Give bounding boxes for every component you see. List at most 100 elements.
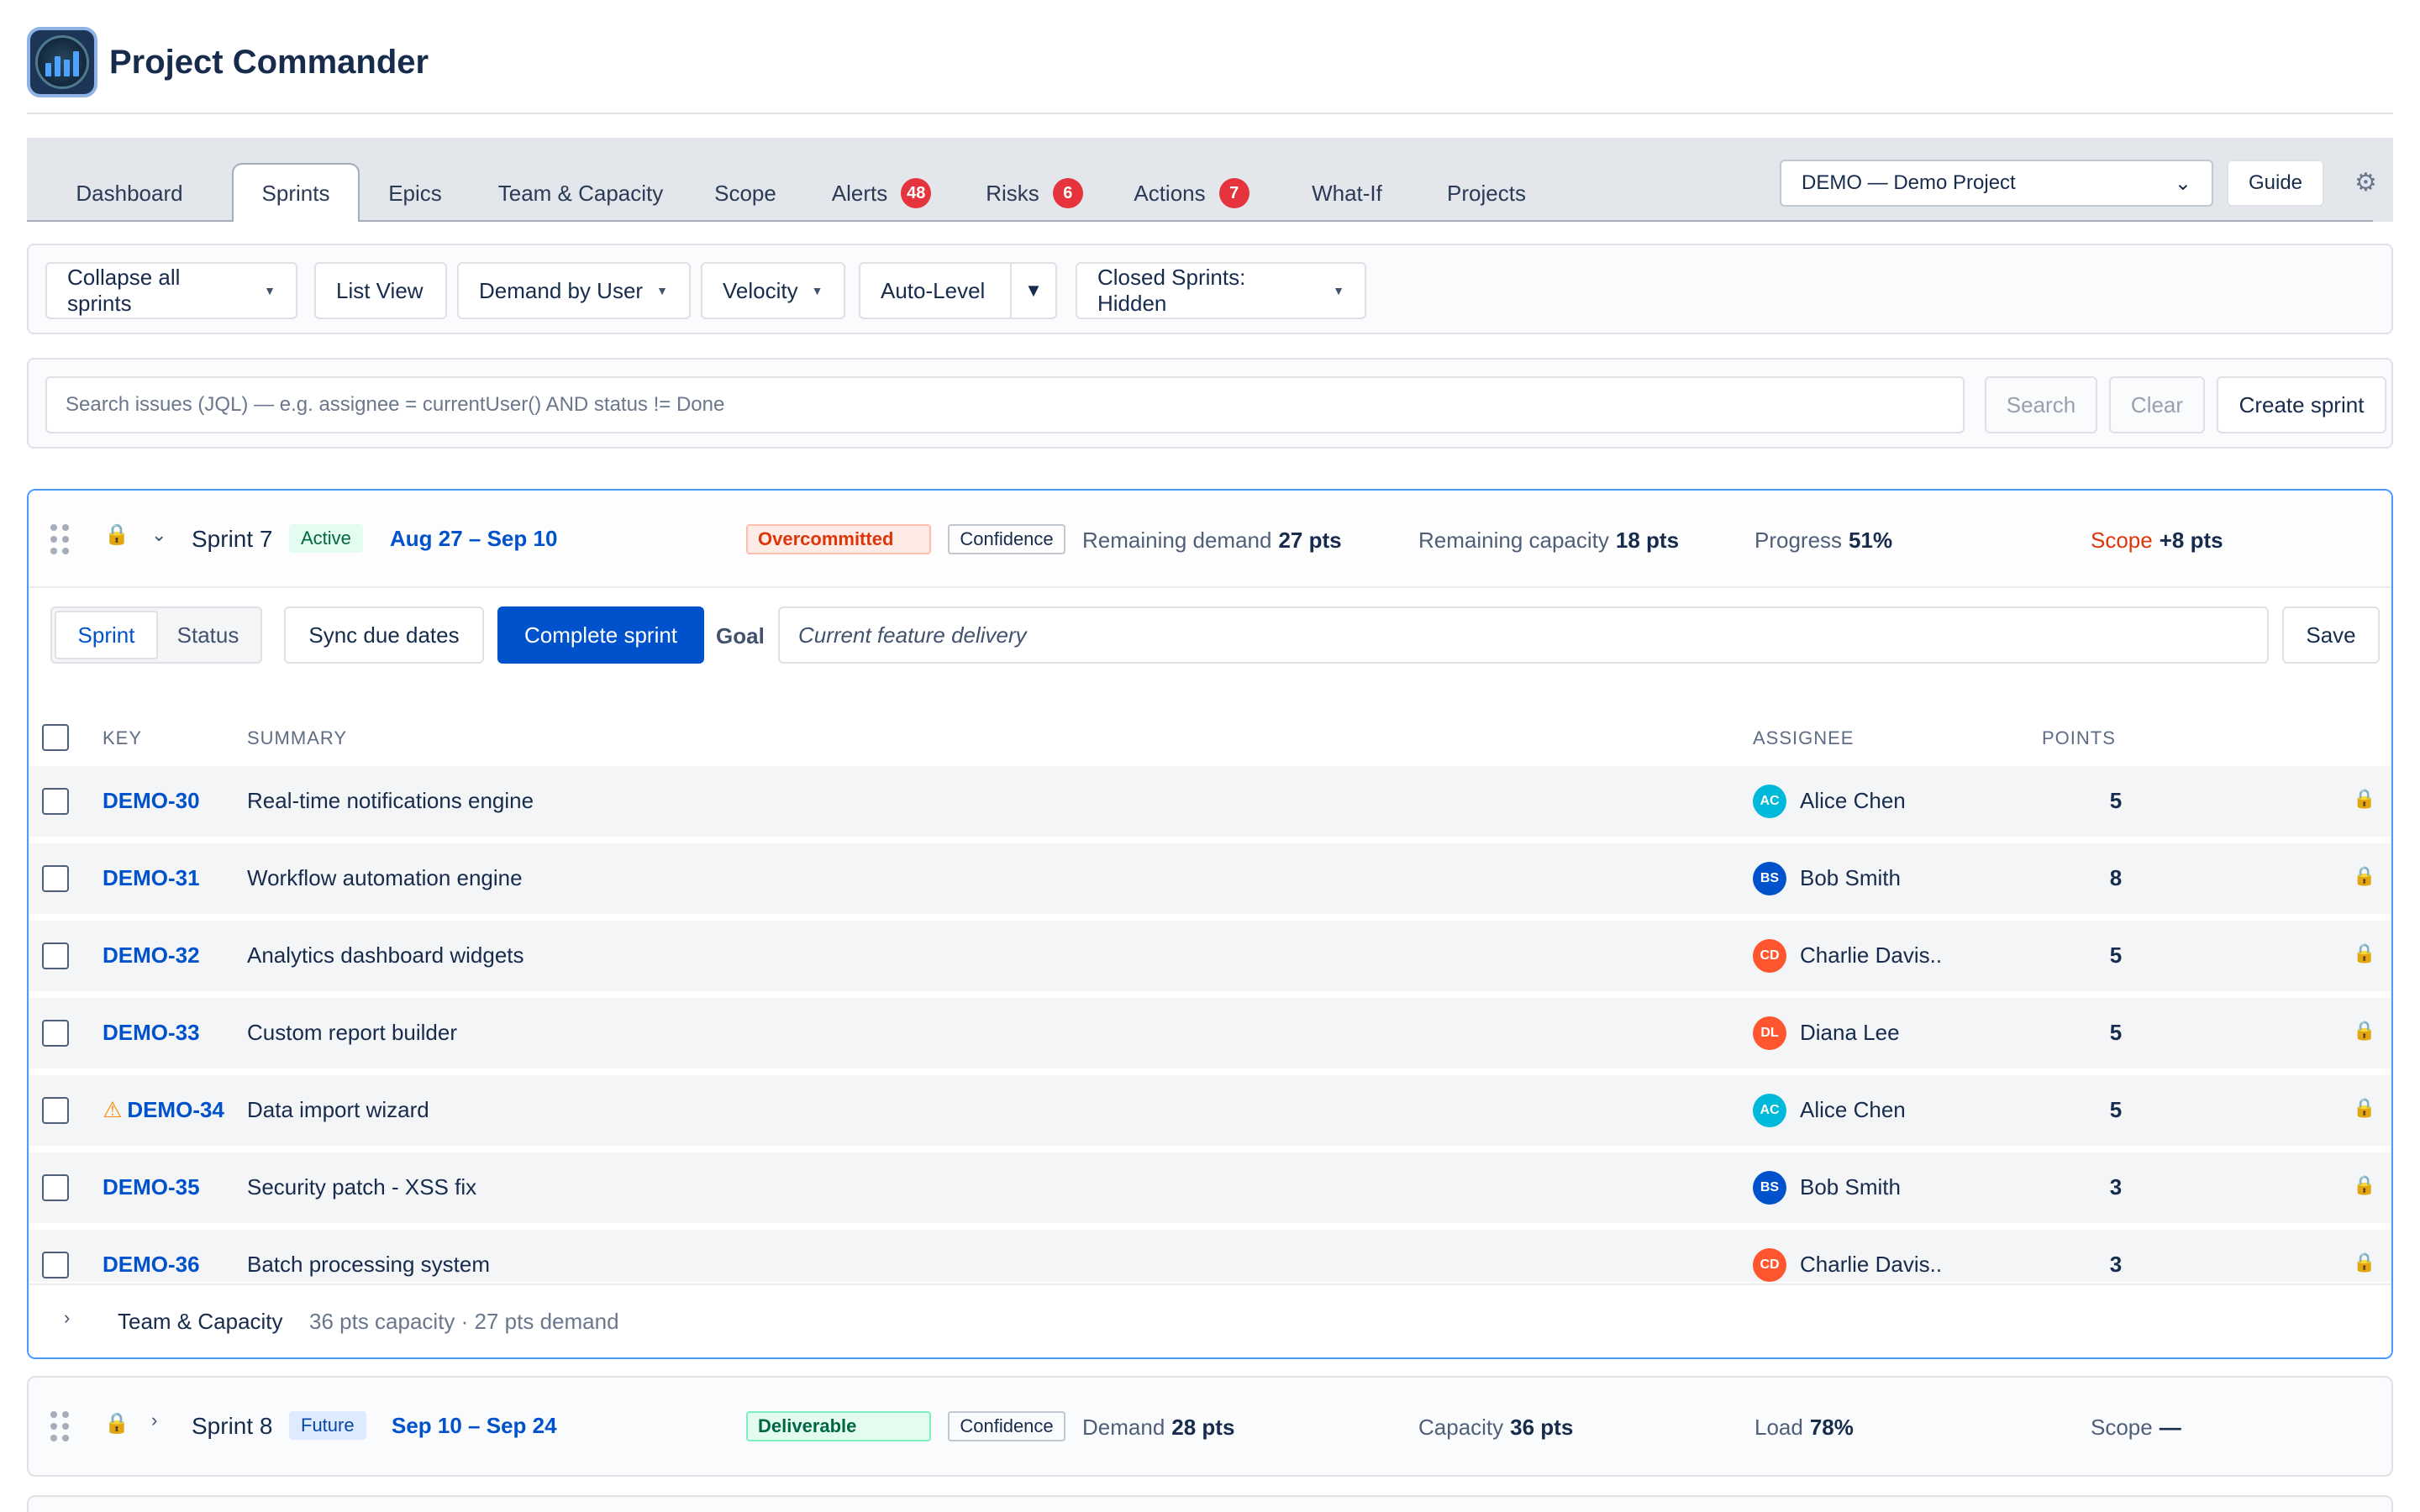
jql-search-bar: Search Clear Create sprint bbox=[27, 358, 2393, 449]
complete-sprint-button[interactable]: Complete sprint bbox=[497, 606, 704, 664]
issue-key-link[interactable]: DEMO-35 bbox=[103, 1174, 200, 1200]
sprint-status-tag: Deliverable bbox=[746, 1411, 931, 1441]
create-sprint-button[interactable]: Create sprint bbox=[2217, 376, 2386, 433]
row-checkbox[interactable] bbox=[42, 788, 69, 815]
table-row[interactable]: DEMO-32 Analytics dashboard widgets CD C… bbox=[29, 921, 2391, 991]
project-select-value: DEMO — Demo Project bbox=[1802, 171, 2016, 194]
guide-button[interactable]: Guide bbox=[2227, 160, 2324, 207]
row-checkbox[interactable] bbox=[42, 1097, 69, 1124]
sprint-dates: Sep 10 – Sep 24 bbox=[392, 1413, 557, 1438]
sprint-toolbar: Collapse all sprints ▼ List View Demand b… bbox=[27, 244, 2393, 334]
confidence-button[interactable]: Confidence bbox=[948, 524, 1065, 554]
avatar: DL bbox=[1753, 1016, 1786, 1050]
tab-label: Projects bbox=[1447, 180, 1526, 206]
sprint-card-next bbox=[27, 1495, 2393, 1512]
tab-what-if[interactable]: What-If bbox=[1277, 165, 1417, 222]
clear-button[interactable]: Clear bbox=[2109, 376, 2205, 433]
sync-due-dates-button[interactable]: Sync due dates bbox=[284, 606, 484, 664]
story-points: 5 bbox=[2109, 788, 2123, 813]
jql-search-input[interactable] bbox=[45, 376, 1965, 433]
lock-icon[interactable]: 🔒 bbox=[2353, 1252, 2375, 1273]
auto-level-dropdown-icon[interactable]: ▼ bbox=[1010, 262, 1057, 319]
team-capacity-expander[interactable]: › Team & Capacity 36 pts capacity · 27 p… bbox=[29, 1284, 2391, 1357]
chevron-down-icon[interactable]: ⌄ bbox=[151, 524, 166, 546]
metric-value: 78% bbox=[1809, 1415, 1854, 1440]
metric-label: Capacity bbox=[1418, 1415, 1504, 1440]
tab-label: Dashboard bbox=[76, 180, 183, 206]
issue-key-link[interactable]: DEMO-32 bbox=[103, 942, 200, 969]
remaining-capacity-metric: Remaining capacity 18 pts bbox=[1418, 528, 1679, 554]
chevron-right-icon[interactable]: › bbox=[64, 1307, 70, 1329]
row-checkbox[interactable] bbox=[42, 1020, 69, 1047]
table-row[interactable]: DEMO-30 Real-time notifications engine A… bbox=[29, 766, 2391, 837]
issue-summary: Workflow automation engine bbox=[247, 865, 523, 890]
metric-value: — bbox=[2159, 1415, 2181, 1440]
tab-scope[interactable]: Scope bbox=[691, 165, 800, 222]
table-row[interactable]: ⚠ DEMO-34 Data import wizard AC Alice Che… bbox=[29, 1075, 2391, 1146]
tab-dashboard[interactable]: Dashboard bbox=[27, 165, 232, 222]
metric-value: 27 pts bbox=[1278, 528, 1342, 553]
tab-risks[interactable]: Risks 6 bbox=[963, 165, 1106, 222]
confidence-button[interactable]: Confidence bbox=[948, 1411, 1065, 1441]
lock-icon[interactable]: 🔒 bbox=[104, 1411, 129, 1436]
tab-team-capacity[interactable]: Team & Capacity bbox=[471, 165, 691, 222]
closed-sprints-toggle[interactable]: Closed Sprints: Hidden ▼ bbox=[1076, 262, 1366, 319]
row-checkbox[interactable] bbox=[42, 1252, 69, 1278]
view-toggle-sprint[interactable]: Sprint bbox=[55, 611, 158, 659]
lock-icon[interactable]: 🔒 bbox=[2353, 1097, 2375, 1119]
assignee-name: Charlie Davis.. bbox=[1800, 1252, 1943, 1277]
column-assignee: ASSIGNEE bbox=[1753, 727, 1854, 748]
button-label: Closed Sprints: Hidden bbox=[1097, 265, 1246, 316]
metric-label: Scope bbox=[2091, 1415, 2153, 1440]
collapse-all-sprints-button[interactable]: Collapse all sprints ▼ bbox=[45, 262, 297, 319]
story-points: 5 bbox=[2109, 942, 2123, 968]
scope-metric: Scope +8 pts bbox=[2091, 528, 2223, 554]
tab-actions[interactable]: Actions 7 bbox=[1106, 165, 1277, 222]
auto-level-button[interactable]: Auto-Level bbox=[859, 262, 1012, 319]
issue-key-link[interactable]: ⚠ DEMO-34 bbox=[103, 1097, 224, 1123]
row-checkbox[interactable] bbox=[42, 865, 69, 892]
issue-key-text: DEMO-34 bbox=[127, 1097, 224, 1122]
lock-icon[interactable]: 🔒 bbox=[2353, 942, 2375, 964]
tab-projects[interactable]: Projects bbox=[1417, 165, 1556, 222]
save-goal-button[interactable]: Save bbox=[2282, 606, 2380, 664]
tab-alerts[interactable]: Alerts 48 bbox=[800, 165, 963, 222]
velocity-button[interactable]: Velocity ▼ bbox=[701, 262, 845, 319]
select-all-checkbox[interactable] bbox=[42, 724, 69, 751]
chevron-right-icon[interactable]: › bbox=[151, 1410, 157, 1431]
lock-icon[interactable]: 🔒 bbox=[2353, 1174, 2375, 1196]
tab-epics[interactable]: Epics bbox=[360, 165, 471, 222]
warning-icon: ⚠ bbox=[103, 1097, 123, 1122]
issue-summary: Analytics dashboard widgets bbox=[247, 942, 524, 968]
issue-key-link[interactable]: DEMO-30 bbox=[103, 788, 200, 814]
lock-icon[interactable]: 🔒 bbox=[2353, 788, 2375, 810]
project-select[interactable]: DEMO — Demo Project ⌄ bbox=[1780, 160, 2213, 207]
metric-label: Progress bbox=[1754, 528, 1843, 553]
drag-handle-icon[interactable] bbox=[50, 1411, 71, 1443]
sprint-goal-input[interactable] bbox=[778, 606, 2269, 664]
issue-key-link[interactable]: DEMO-33 bbox=[103, 1020, 200, 1046]
table-row[interactable]: DEMO-31 Workflow automation engine BS Bo… bbox=[29, 843, 2391, 914]
row-checkbox[interactable] bbox=[42, 1174, 69, 1201]
table-row[interactable]: DEMO-35 Security patch - XSS fix BS Bob … bbox=[29, 1152, 2391, 1223]
button-label: List View bbox=[336, 277, 424, 303]
assignee-name: Bob Smith bbox=[1800, 1174, 1901, 1200]
team-capacity-label: Team & Capacity bbox=[118, 1309, 283, 1334]
story-points: 3 bbox=[2109, 1252, 2123, 1277]
demand-by-user-button[interactable]: Demand by User ▼ bbox=[457, 262, 691, 319]
drag-handle-icon[interactable] bbox=[50, 524, 71, 556]
search-button[interactable]: Search bbox=[1985, 376, 2097, 433]
list-view-button[interactable]: List View bbox=[314, 262, 447, 319]
lock-icon[interactable]: 🔒 bbox=[2353, 865, 2375, 887]
gear-icon[interactable]: ⚙ bbox=[2354, 168, 2377, 197]
view-toggle-status[interactable]: Status bbox=[158, 611, 258, 659]
row-checkbox[interactable] bbox=[42, 942, 69, 969]
lock-icon[interactable]: 🔒 bbox=[2353, 1020, 2375, 1042]
issue-key-link[interactable]: DEMO-31 bbox=[103, 865, 200, 891]
lock-icon[interactable]: 🔒 bbox=[104, 522, 129, 547]
tab-sprints[interactable]: Sprints bbox=[232, 163, 360, 222]
table-row[interactable]: DEMO-33 Custom report builder DL Diana L… bbox=[29, 998, 2391, 1068]
button-label: Collapse all sprints bbox=[67, 265, 181, 316]
table-row[interactable]: DEMO-36 Batch processing system CD Charl… bbox=[29, 1230, 2391, 1282]
issue-key-link[interactable]: DEMO-36 bbox=[103, 1252, 200, 1278]
